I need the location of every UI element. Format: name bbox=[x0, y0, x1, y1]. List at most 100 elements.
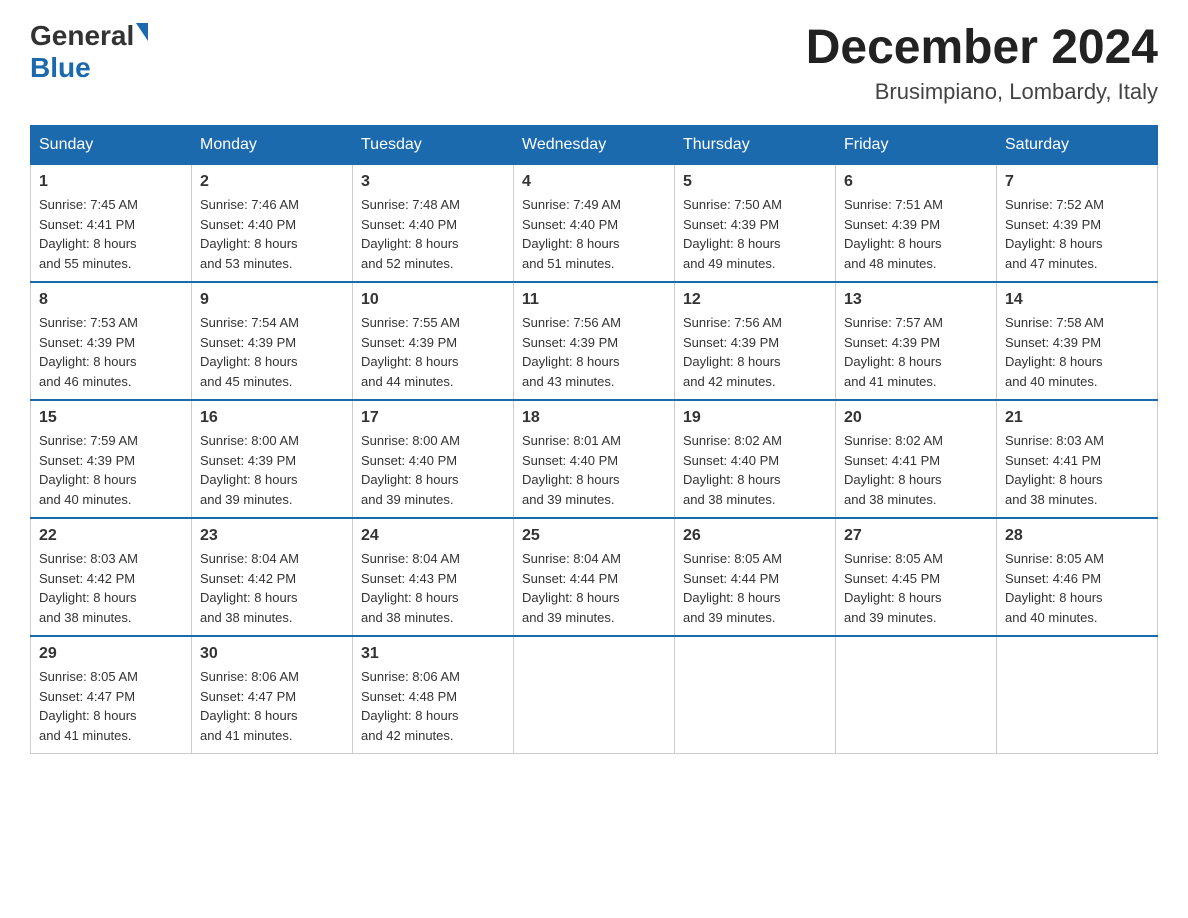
day-number: 11 bbox=[522, 291, 666, 309]
week-row-2: 8 Sunrise: 7:53 AMSunset: 4:39 PMDayligh… bbox=[31, 282, 1158, 400]
calendar-cell bbox=[997, 636, 1158, 754]
day-number: 15 bbox=[39, 409, 183, 427]
day-info: Sunrise: 8:04 AMSunset: 4:42 PMDaylight:… bbox=[200, 551, 299, 625]
week-row-5: 29 Sunrise: 8:05 AMSunset: 4:47 PMDaylig… bbox=[31, 636, 1158, 754]
day-info: Sunrise: 8:05 AMSunset: 4:44 PMDaylight:… bbox=[683, 551, 782, 625]
day-info: Sunrise: 8:00 AMSunset: 4:39 PMDaylight:… bbox=[200, 433, 299, 507]
day-info: Sunrise: 8:05 AMSunset: 4:45 PMDaylight:… bbox=[844, 551, 943, 625]
day-info: Sunrise: 8:05 AMSunset: 4:46 PMDaylight:… bbox=[1005, 551, 1104, 625]
day-number: 28 bbox=[1005, 527, 1149, 545]
week-row-4: 22 Sunrise: 8:03 AMSunset: 4:42 PMDaylig… bbox=[31, 518, 1158, 636]
day-number: 20 bbox=[844, 409, 988, 427]
day-number: 27 bbox=[844, 527, 988, 545]
day-number: 17 bbox=[361, 409, 505, 427]
day-info: Sunrise: 8:06 AMSunset: 4:47 PMDaylight:… bbox=[200, 669, 299, 743]
day-number: 2 bbox=[200, 173, 344, 191]
calendar-cell bbox=[514, 636, 675, 754]
day-number: 3 bbox=[361, 173, 505, 191]
day-number: 29 bbox=[39, 645, 183, 663]
logo-general: General bbox=[30, 20, 134, 52]
calendar-table: SundayMondayTuesdayWednesdayThursdayFrid… bbox=[30, 125, 1158, 754]
day-number: 23 bbox=[200, 527, 344, 545]
header-monday: Monday bbox=[192, 126, 353, 165]
day-info: Sunrise: 8:01 AMSunset: 4:40 PMDaylight:… bbox=[522, 433, 621, 507]
calendar-cell bbox=[836, 636, 997, 754]
header-sunday: Sunday bbox=[31, 126, 192, 165]
day-number: 31 bbox=[361, 645, 505, 663]
calendar-cell: 27 Sunrise: 8:05 AMSunset: 4:45 PMDaylig… bbox=[836, 518, 997, 636]
calendar-cell: 8 Sunrise: 7:53 AMSunset: 4:39 PMDayligh… bbox=[31, 282, 192, 400]
day-number: 16 bbox=[200, 409, 344, 427]
logo: General Blue bbox=[30, 20, 148, 84]
calendar-cell: 5 Sunrise: 7:50 AMSunset: 4:39 PMDayligh… bbox=[675, 165, 836, 283]
day-number: 7 bbox=[1005, 173, 1149, 191]
calendar-cell: 14 Sunrise: 7:58 AMSunset: 4:39 PMDaylig… bbox=[997, 282, 1158, 400]
header-saturday: Saturday bbox=[997, 126, 1158, 165]
day-number: 22 bbox=[39, 527, 183, 545]
calendar-cell: 24 Sunrise: 8:04 AMSunset: 4:43 PMDaylig… bbox=[353, 518, 514, 636]
calendar-cell: 9 Sunrise: 7:54 AMSunset: 4:39 PMDayligh… bbox=[192, 282, 353, 400]
calendar-cell: 31 Sunrise: 8:06 AMSunset: 4:48 PMDaylig… bbox=[353, 636, 514, 754]
day-info: Sunrise: 8:02 AMSunset: 4:40 PMDaylight:… bbox=[683, 433, 782, 507]
logo-blue: Blue bbox=[30, 52, 91, 83]
calendar-cell: 25 Sunrise: 8:04 AMSunset: 4:44 PMDaylig… bbox=[514, 518, 675, 636]
day-info: Sunrise: 8:06 AMSunset: 4:48 PMDaylight:… bbox=[361, 669, 460, 743]
day-number: 6 bbox=[844, 173, 988, 191]
day-info: Sunrise: 7:53 AMSunset: 4:39 PMDaylight:… bbox=[39, 315, 138, 389]
logo-triangle-icon bbox=[136, 23, 148, 41]
day-number: 25 bbox=[522, 527, 666, 545]
calendar-cell: 2 Sunrise: 7:46 AMSunset: 4:40 PMDayligh… bbox=[192, 165, 353, 283]
day-info: Sunrise: 7:45 AMSunset: 4:41 PMDaylight:… bbox=[39, 197, 138, 271]
day-number: 8 bbox=[39, 291, 183, 309]
header-friday: Friday bbox=[836, 126, 997, 165]
day-info: Sunrise: 8:00 AMSunset: 4:40 PMDaylight:… bbox=[361, 433, 460, 507]
week-row-3: 15 Sunrise: 7:59 AMSunset: 4:39 PMDaylig… bbox=[31, 400, 1158, 518]
day-info: Sunrise: 7:54 AMSunset: 4:39 PMDaylight:… bbox=[200, 315, 299, 389]
day-info: Sunrise: 8:02 AMSunset: 4:41 PMDaylight:… bbox=[844, 433, 943, 507]
day-number: 18 bbox=[522, 409, 666, 427]
day-info: Sunrise: 7:55 AMSunset: 4:39 PMDaylight:… bbox=[361, 315, 460, 389]
day-info: Sunrise: 7:51 AMSunset: 4:39 PMDaylight:… bbox=[844, 197, 943, 271]
day-number: 5 bbox=[683, 173, 827, 191]
day-info: Sunrise: 7:56 AMSunset: 4:39 PMDaylight:… bbox=[522, 315, 621, 389]
day-info: Sunrise: 7:46 AMSunset: 4:40 PMDaylight:… bbox=[200, 197, 299, 271]
calendar-cell: 19 Sunrise: 8:02 AMSunset: 4:40 PMDaylig… bbox=[675, 400, 836, 518]
calendar-cell: 30 Sunrise: 8:06 AMSunset: 4:47 PMDaylig… bbox=[192, 636, 353, 754]
calendar-cell: 21 Sunrise: 8:03 AMSunset: 4:41 PMDaylig… bbox=[997, 400, 1158, 518]
calendar-cell: 23 Sunrise: 8:04 AMSunset: 4:42 PMDaylig… bbox=[192, 518, 353, 636]
calendar-cell: 16 Sunrise: 8:00 AMSunset: 4:39 PMDaylig… bbox=[192, 400, 353, 518]
day-info: Sunrise: 7:48 AMSunset: 4:40 PMDaylight:… bbox=[361, 197, 460, 271]
day-number: 21 bbox=[1005, 409, 1149, 427]
day-number: 19 bbox=[683, 409, 827, 427]
day-info: Sunrise: 8:03 AMSunset: 4:42 PMDaylight:… bbox=[39, 551, 138, 625]
calendar-cell: 15 Sunrise: 7:59 AMSunset: 4:39 PMDaylig… bbox=[31, 400, 192, 518]
day-info: Sunrise: 7:57 AMSunset: 4:39 PMDaylight:… bbox=[844, 315, 943, 389]
day-info: Sunrise: 8:04 AMSunset: 4:44 PMDaylight:… bbox=[522, 551, 621, 625]
calendar-cell bbox=[675, 636, 836, 754]
month-title: December 2024 bbox=[806, 20, 1158, 75]
day-number: 12 bbox=[683, 291, 827, 309]
day-info: Sunrise: 7:59 AMSunset: 4:39 PMDaylight:… bbox=[39, 433, 138, 507]
day-info: Sunrise: 7:58 AMSunset: 4:39 PMDaylight:… bbox=[1005, 315, 1104, 389]
calendar-cell: 4 Sunrise: 7:49 AMSunset: 4:40 PMDayligh… bbox=[514, 165, 675, 283]
day-number: 14 bbox=[1005, 291, 1149, 309]
calendar-cell: 1 Sunrise: 7:45 AMSunset: 4:41 PMDayligh… bbox=[31, 165, 192, 283]
calendar-cell: 28 Sunrise: 8:05 AMSunset: 4:46 PMDaylig… bbox=[997, 518, 1158, 636]
calendar-cell: 12 Sunrise: 7:56 AMSunset: 4:39 PMDaylig… bbox=[675, 282, 836, 400]
day-info: Sunrise: 7:50 AMSunset: 4:39 PMDaylight:… bbox=[683, 197, 782, 271]
week-row-1: 1 Sunrise: 7:45 AMSunset: 4:41 PMDayligh… bbox=[31, 165, 1158, 283]
day-number: 30 bbox=[200, 645, 344, 663]
header: General Blue December 2024 Brusimpiano, … bbox=[30, 20, 1158, 105]
calendar-cell: 20 Sunrise: 8:02 AMSunset: 4:41 PMDaylig… bbox=[836, 400, 997, 518]
calendar-cell: 26 Sunrise: 8:05 AMSunset: 4:44 PMDaylig… bbox=[675, 518, 836, 636]
calendar-cell: 22 Sunrise: 8:03 AMSunset: 4:42 PMDaylig… bbox=[31, 518, 192, 636]
day-info: Sunrise: 8:04 AMSunset: 4:43 PMDaylight:… bbox=[361, 551, 460, 625]
day-number: 13 bbox=[844, 291, 988, 309]
calendar-cell: 10 Sunrise: 7:55 AMSunset: 4:39 PMDaylig… bbox=[353, 282, 514, 400]
calendar-cell: 7 Sunrise: 7:52 AMSunset: 4:39 PMDayligh… bbox=[997, 165, 1158, 283]
day-info: Sunrise: 7:52 AMSunset: 4:39 PMDaylight:… bbox=[1005, 197, 1104, 271]
calendar-cell: 3 Sunrise: 7:48 AMSunset: 4:40 PMDayligh… bbox=[353, 165, 514, 283]
day-number: 26 bbox=[683, 527, 827, 545]
calendar-cell: 13 Sunrise: 7:57 AMSunset: 4:39 PMDaylig… bbox=[836, 282, 997, 400]
day-info: Sunrise: 7:49 AMSunset: 4:40 PMDaylight:… bbox=[522, 197, 621, 271]
